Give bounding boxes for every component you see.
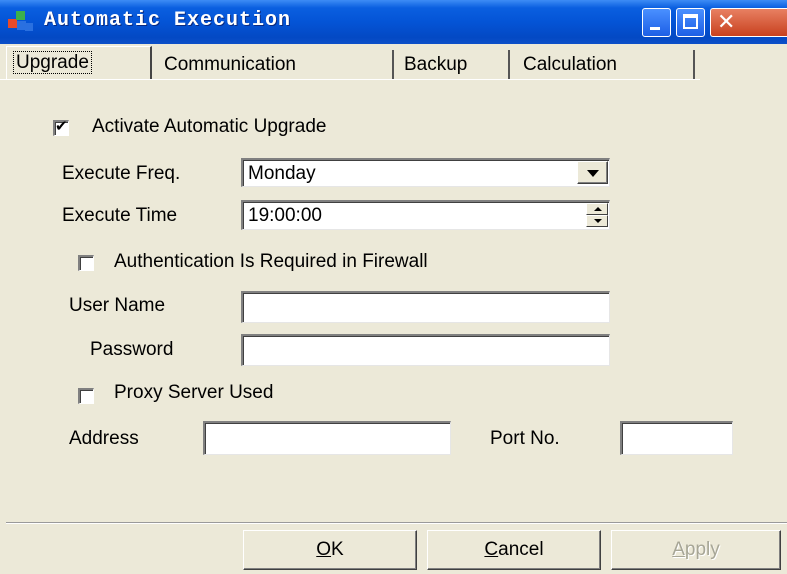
activate-upgrade-label: Activate Automatic Upgrade: [92, 116, 327, 137]
ok-hotkey: O: [316, 539, 332, 560]
address-input[interactable]: [203, 421, 451, 455]
tab-upgrade[interactable]: Upgrade: [6, 46, 152, 80]
minimize-icon: [650, 27, 660, 30]
tab-label: Communication: [164, 54, 296, 75]
ok-button[interactable]: OK: [243, 530, 417, 570]
execute-freq-label: Execute Freq.: [62, 163, 181, 184]
tab-divider: [0, 79, 700, 80]
footer-separator: [6, 522, 787, 524]
arrow-down-icon: [594, 219, 602, 223]
apply-label: pply: [684, 539, 720, 560]
tab-label: Backup: [404, 54, 468, 75]
activate-upgrade-checkbox[interactable]: ✔: [53, 118, 69, 136]
spin-down-button[interactable]: [586, 215, 608, 227]
checkmark-icon: ✔: [55, 118, 68, 135]
app-blocks-icon: [8, 11, 36, 37]
execute-freq-select[interactable]: Monday: [241, 158, 610, 187]
apply-hotkey: A: [672, 539, 685, 560]
ok-label: K: [331, 539, 344, 560]
maximize-button[interactable]: [676, 8, 705, 37]
apply-button[interactable]: Apply: [611, 530, 781, 570]
username-label: User Name: [69, 295, 166, 316]
title-bar[interactable]: Automatic Execution ✕: [0, 0, 787, 44]
window-title: Automatic Execution: [44, 9, 292, 32]
port-label: Port No.: [490, 428, 560, 449]
password-input[interactable]: [241, 334, 610, 366]
time-spinner: [586, 203, 608, 227]
address-label: Address: [69, 428, 139, 449]
chevron-down-icon: [587, 170, 599, 177]
close-button[interactable]: ✕: [710, 8, 787, 37]
tab-communication[interactable]: Communication: [158, 50, 394, 80]
execute-time-field[interactable]: 19:00:00: [241, 200, 610, 230]
auth-required-checkbox[interactable]: [78, 255, 94, 271]
arrow-up-icon: [594, 207, 602, 211]
username-input[interactable]: [241, 291, 610, 323]
execute-time-label: Execute Time: [62, 205, 178, 226]
proxy-server-checkbox[interactable]: [78, 388, 94, 404]
maximize-icon: [683, 14, 698, 29]
cancel-hotkey: C: [484, 539, 499, 560]
minimize-button[interactable]: [642, 8, 671, 37]
tab-label: Upgrade: [13, 51, 92, 74]
password-label: Password: [90, 339, 174, 360]
close-icon: ✕: [717, 10, 736, 35]
tab-backup[interactable]: Backup: [398, 50, 510, 80]
tab-label: Calculation: [523, 54, 617, 75]
cancel-button[interactable]: Cancel: [427, 530, 601, 570]
spin-up-button[interactable]: [586, 203, 608, 215]
auth-required-label: Authentication Is Required in Firewall: [114, 251, 428, 272]
automatic-execution-window: Automatic Execution ✕ Upgrade Communicat…: [0, 0, 787, 574]
execute-freq-value: Monday: [248, 163, 316, 184]
dropdown-button[interactable]: [577, 161, 608, 184]
execute-time-value: 19:00:00: [248, 205, 322, 226]
port-input[interactable]: [620, 421, 733, 455]
tab-calculation[interactable]: Calculation: [517, 50, 695, 80]
cancel-label: ancel: [498, 539, 544, 560]
proxy-server-label: Proxy Server Used: [114, 382, 274, 403]
